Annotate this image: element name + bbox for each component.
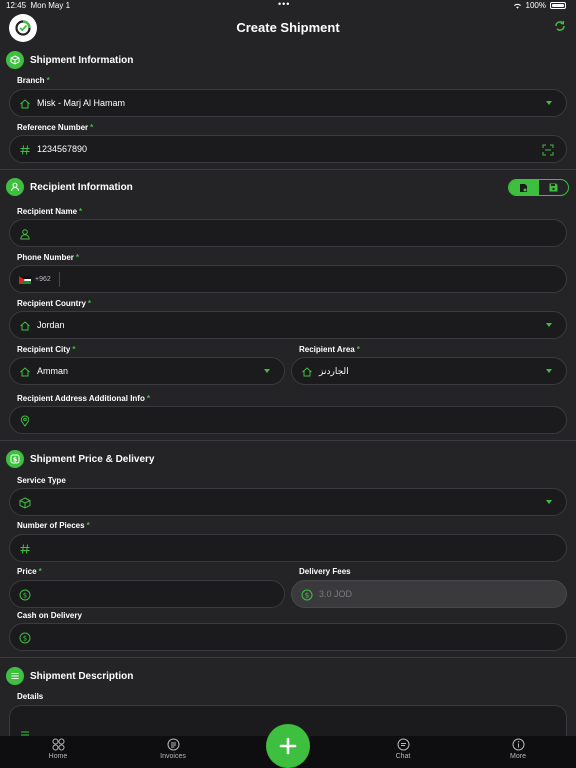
sync-icon xyxy=(555,20,565,31)
section-divider xyxy=(0,169,576,170)
save-icon xyxy=(549,183,558,192)
pieces-input[interactable] xyxy=(9,534,567,562)
svg-text:$: $ xyxy=(13,456,18,464)
hash-icon xyxy=(20,145,30,155)
svg-text:$: $ xyxy=(23,635,27,643)
contact-file-icon xyxy=(520,183,528,192)
section-price-delivery: $ Shipment Price & Delivery xyxy=(6,449,155,469)
svg-text:$: $ xyxy=(23,592,27,600)
dollar-icon: $ xyxy=(19,632,31,644)
section-title: Shipment Description xyxy=(30,670,134,682)
section-divider xyxy=(0,440,576,441)
chevron-down-icon xyxy=(546,323,552,327)
delivery-fees-label: Delivery Fees xyxy=(299,567,351,576)
page-title: Create Shipment xyxy=(236,20,340,35)
scan-icon[interactable] xyxy=(542,144,554,156)
save-toggle-option[interactable] xyxy=(539,180,569,195)
section-title: Recipient Information xyxy=(30,181,133,193)
location-pin-icon xyxy=(20,415,30,427)
home-icon xyxy=(20,321,30,331)
recipient-name-label: Recipient Name * xyxy=(17,207,83,216)
section-title: Shipment Price & Delivery xyxy=(30,453,155,465)
plus-icon xyxy=(279,737,297,755)
sync-button[interactable] xyxy=(554,19,566,37)
reference-input[interactable]: 1234567890 xyxy=(9,135,567,163)
battery-percent: 100% xyxy=(525,1,546,10)
dollar-icon: $ xyxy=(19,589,31,601)
cod-label: Cash on Delivery xyxy=(17,611,82,620)
branch-select[interactable]: Misk - Marj Al Hamam xyxy=(9,89,567,117)
country-code[interactable]: +962 xyxy=(35,276,51,283)
city-select[interactable]: Amman xyxy=(9,357,285,385)
add-shipment-button[interactable] xyxy=(266,724,310,768)
country-label: Recipient Country * xyxy=(17,299,92,308)
chevron-down-icon xyxy=(264,369,270,373)
dollar-icon: $ xyxy=(6,450,24,468)
address-label: Recipient Address Additional Info * xyxy=(17,394,150,403)
section-shipment-description: Shipment Description xyxy=(6,666,133,686)
phone-label: Phone Number * xyxy=(17,253,80,262)
person-icon xyxy=(6,178,24,196)
phone-input[interactable]: +962 xyxy=(9,265,567,293)
section-recipient-information: Recipient Information xyxy=(6,177,133,197)
recipient-name-input[interactable] xyxy=(9,219,567,247)
app-header: Create Shipment xyxy=(0,12,576,46)
pieces-label: Number of Pieces * xyxy=(17,521,90,530)
home-icon xyxy=(20,367,30,377)
tab-more[interactable]: More xyxy=(488,738,548,760)
list-icon xyxy=(6,667,24,685)
details-label: Details xyxy=(17,692,44,701)
area-select[interactable]: الجاردنز xyxy=(291,357,567,385)
chevron-down-icon xyxy=(546,369,552,373)
tab-label: Invoices xyxy=(160,753,186,760)
area-label: Recipient Area * xyxy=(299,345,360,354)
tab-label: More xyxy=(510,753,526,760)
branch-label: Branch * xyxy=(17,76,50,85)
section-shipment-information: Shipment Information xyxy=(6,50,133,70)
chevron-down-icon xyxy=(546,101,552,105)
hash-icon xyxy=(20,544,30,554)
box-icon xyxy=(6,51,24,69)
wifi-icon xyxy=(513,3,521,9)
tab-label: Home xyxy=(48,753,68,760)
status-time: 12:45 Mon May 1 xyxy=(6,1,71,10)
tab-home[interactable]: Home xyxy=(28,738,88,760)
svg-text:$: $ xyxy=(305,592,309,600)
tab-invoices[interactable]: Invoices xyxy=(143,738,203,760)
status-bar: 12:45 Mon May 1 ••• 100% xyxy=(0,0,576,12)
box-icon xyxy=(19,497,31,509)
tab-label: Chat xyxy=(395,753,411,760)
city-label: Recipient City * xyxy=(17,345,76,354)
grid-icon xyxy=(52,738,64,751)
price-label: Price * xyxy=(17,567,42,576)
reference-label: Reference Number * xyxy=(17,123,94,132)
home-icon xyxy=(20,99,30,109)
section-title: Shipment Information xyxy=(30,54,134,66)
service-type-label: Service Type xyxy=(17,476,66,485)
multitask-dots-icon[interactable]: ••• xyxy=(278,0,290,9)
delivery-fees-field: $ 3.0 JOD xyxy=(291,580,567,608)
section-divider xyxy=(0,657,576,658)
recipient-source-toggle[interactable] xyxy=(508,179,569,196)
dollar-icon: $ xyxy=(301,589,313,601)
chat-icon xyxy=(397,738,409,751)
tab-chat[interactable]: Chat xyxy=(373,738,433,760)
jordan-flag-icon[interactable] xyxy=(19,276,31,285)
chevron-down-icon xyxy=(546,500,552,504)
battery-icon xyxy=(550,2,566,9)
price-input[interactable]: $ xyxy=(9,580,285,608)
country-select[interactable]: Jordan xyxy=(9,311,567,339)
invoice-icon xyxy=(167,738,179,751)
cod-input[interactable]: $ xyxy=(9,623,567,651)
service-type-select[interactable] xyxy=(9,488,567,516)
user-icon xyxy=(20,229,30,240)
address-input[interactable] xyxy=(9,406,567,434)
more-icon xyxy=(512,738,524,751)
phone-separator xyxy=(59,272,60,287)
home-icon xyxy=(302,367,312,377)
address-book-toggle-option[interactable] xyxy=(509,180,539,195)
